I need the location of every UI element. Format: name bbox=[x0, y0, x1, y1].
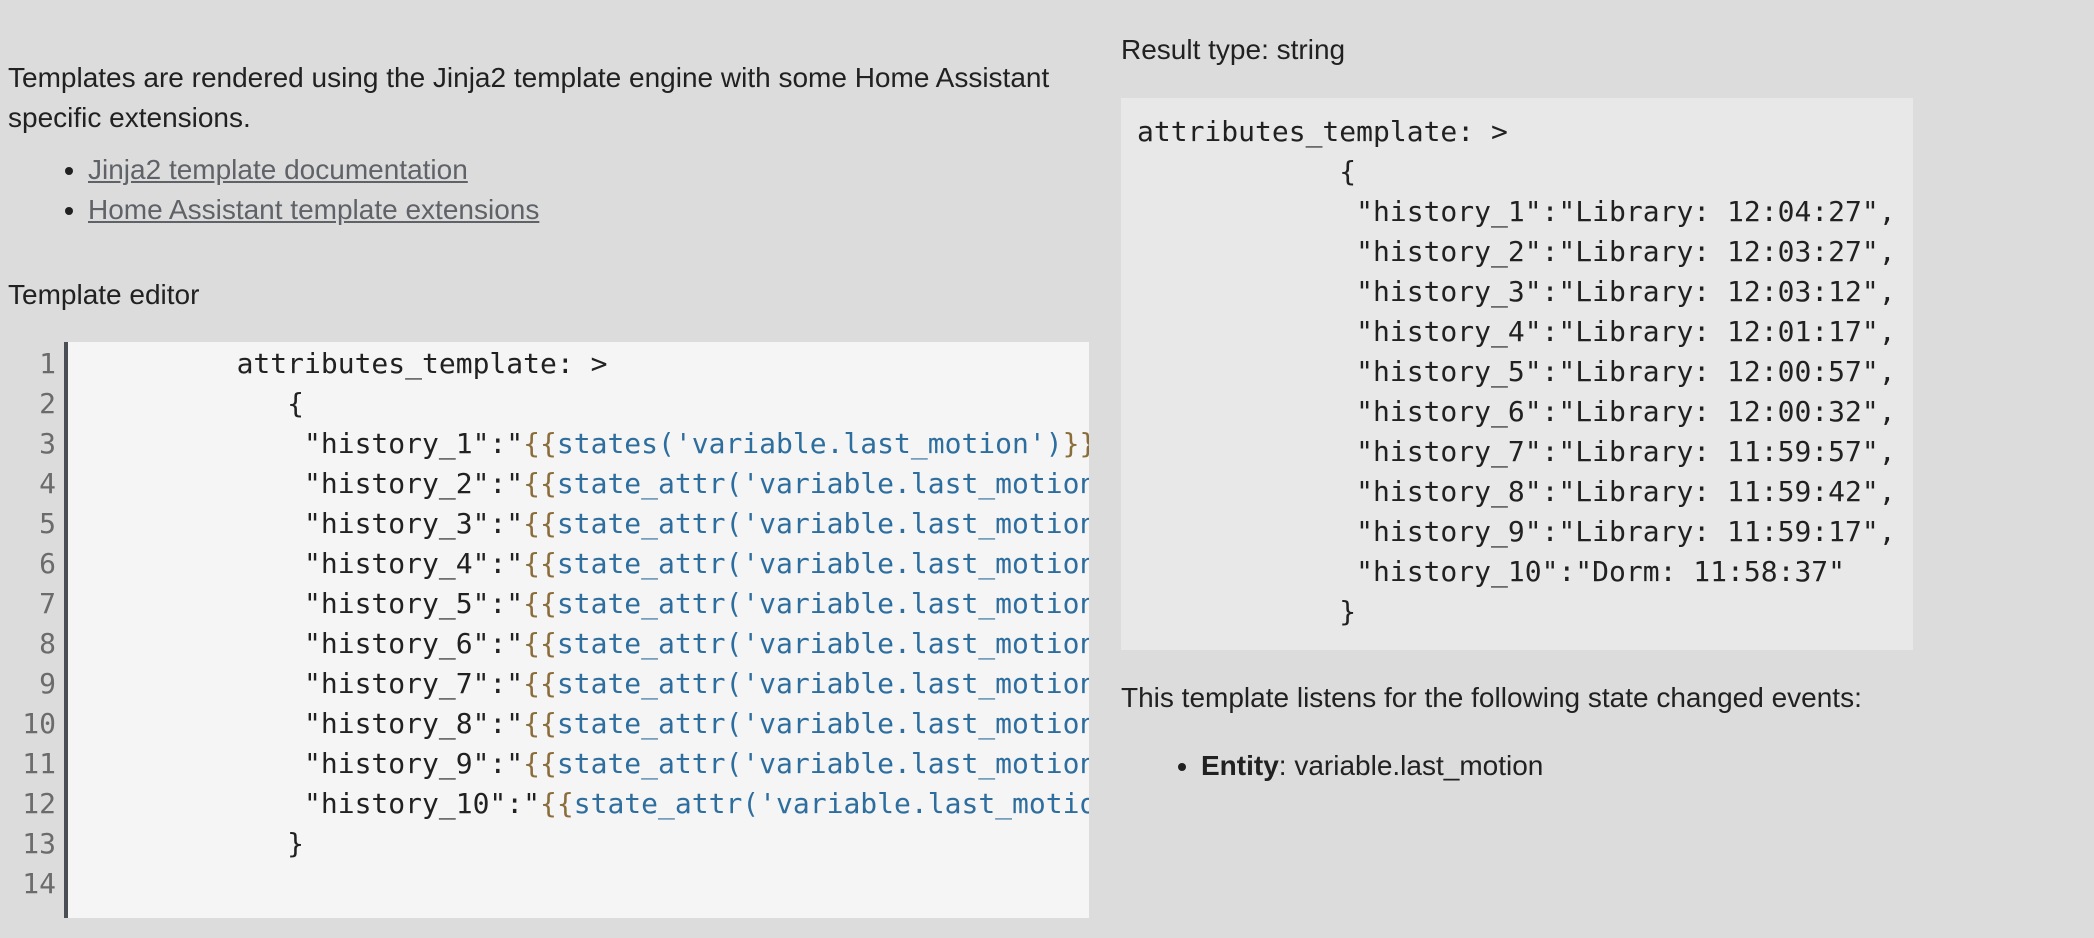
intro-text: Templates are rendered using the Jinja2 … bbox=[8, 62, 1050, 133]
template-expression: state_attr('variable.last_motion bbox=[556, 707, 1089, 740]
list-item: Jinja2 template documentation bbox=[88, 150, 1090, 190]
template-expression: state_attr('variable.last_motio bbox=[573, 787, 1089, 820]
code-line: } bbox=[68, 824, 304, 864]
line-number: 9 bbox=[39, 667, 56, 700]
code-text: } bbox=[68, 827, 305, 860]
result-output: attributes_template: > { "history_1":"Li… bbox=[1137, 115, 1896, 628]
line-number: 14 bbox=[22, 867, 56, 900]
code-line: "history_7":"{{state_attr('variable.last… bbox=[68, 664, 1089, 704]
code-line: { bbox=[68, 384, 304, 424]
template-brace-open: {{ bbox=[540, 787, 574, 820]
line-number: 8 bbox=[39, 627, 56, 660]
code-text: "history_3":" bbox=[68, 507, 524, 540]
entity-kind-label: Entity bbox=[1201, 750, 1279, 781]
code-line: "history_1":"{{states('variable.last_mot… bbox=[68, 424, 1089, 464]
code-line: "history_10":"{{state_attr('variable.las… bbox=[68, 784, 1089, 824]
line-number: 3 bbox=[39, 427, 56, 460]
template-expression: states('variable.last_motion') bbox=[556, 427, 1063, 460]
code-line: "history_8":"{{state_attr('variable.last… bbox=[68, 704, 1089, 744]
template-brace-open: {{ bbox=[523, 507, 557, 540]
list-item: Home Assistant template extensions bbox=[88, 190, 1090, 230]
line-number: 5 bbox=[39, 507, 56, 540]
code-line: "history_3":"{{state_attr('variable.last… bbox=[68, 504, 1089, 544]
entity-id: variable.last_motion bbox=[1294, 750, 1544, 781]
code-text: "history_5":" bbox=[68, 587, 524, 620]
template-editor-label: Template editor bbox=[8, 279, 200, 310]
code-line: attributes_template: > bbox=[68, 344, 608, 384]
template-expression: state_attr('variable.last_motion bbox=[556, 467, 1089, 500]
template-editor[interactable]: 1 2 3 4 5 6 7 8 9 10 11 12 13 14 attributes_template:… bbox=[0, 342, 1089, 918]
jinja2-docs-link[interactable]: Jinja2 template documentation bbox=[88, 154, 468, 185]
line-number: 12 bbox=[22, 787, 56, 820]
line-number: 13 bbox=[22, 827, 56, 860]
entity-separator: : bbox=[1278, 750, 1295, 781]
line-number: 10 bbox=[22, 707, 56, 740]
code-text: "history_8":" bbox=[68, 707, 524, 740]
code-text: "history_2":" bbox=[68, 467, 524, 500]
template-expression: state_attr('variable.last_motion bbox=[556, 627, 1089, 660]
template-brace-open: {{ bbox=[523, 467, 557, 500]
code-line: "history_9":"{{state_attr('variable.last… bbox=[68, 744, 1089, 784]
code-line: "history_4":"{{state_attr('variable.last… bbox=[68, 544, 1089, 584]
line-number: 6 bbox=[39, 547, 56, 580]
doc-links-list: Jinja2 template documentation Home Assis… bbox=[8, 150, 1090, 230]
listens-text: This template listens for the following … bbox=[1121, 682, 1862, 713]
code-text: "history_7":" bbox=[68, 667, 524, 700]
line-number: 4 bbox=[39, 467, 56, 500]
code-text: "history_9":" bbox=[68, 747, 524, 780]
code-text: "history_4":" bbox=[68, 547, 524, 580]
template-expression: state_attr('variable.last_motion bbox=[556, 667, 1089, 700]
line-number: 1 bbox=[39, 347, 56, 380]
template-brace-open: {{ bbox=[523, 427, 557, 460]
code-area[interactable]: attributes_template: > { "history_1":"{{… bbox=[68, 342, 1089, 918]
listened-entities-list: Entity: variable.last_motion bbox=[1121, 746, 1543, 786]
template-expression: state_attr('variable.last_motion bbox=[556, 587, 1089, 620]
template-brace-open: {{ bbox=[523, 707, 557, 740]
line-number-gutter: 1 2 3 4 5 6 7 8 9 10 11 12 13 14 bbox=[0, 342, 68, 918]
template-expression: state_attr('variable.last_motion bbox=[556, 507, 1089, 540]
code-line: "history_5":"{{state_attr('variable.last… bbox=[68, 584, 1089, 624]
code-line: "history_2":"{{state_attr('variable.last… bbox=[68, 464, 1089, 504]
ha-template-extensions-link[interactable]: Home Assistant template extensions bbox=[88, 194, 539, 225]
template-expression: state_attr('variable.last_motion bbox=[556, 547, 1089, 580]
code-text: "history_6":" bbox=[68, 627, 524, 660]
code-text: "history_10":" bbox=[68, 787, 541, 820]
list-item: Entity: variable.last_motion bbox=[1201, 746, 1543, 786]
line-number: 11 bbox=[22, 747, 56, 780]
template-brace-open: {{ bbox=[523, 627, 557, 660]
template-expression: state_attr('variable.last_motion bbox=[556, 747, 1089, 780]
line-number: 2 bbox=[39, 387, 56, 420]
template-brace-open: {{ bbox=[523, 587, 557, 620]
code-text: "history_1":" bbox=[68, 427, 524, 460]
line-number: 7 bbox=[39, 587, 56, 620]
template-brace-open: {{ bbox=[523, 667, 557, 700]
code-text: { bbox=[68, 387, 305, 420]
result-output-box: attributes_template: > { "history_1":"Li… bbox=[1121, 98, 1913, 650]
template-brace-open: {{ bbox=[523, 547, 557, 580]
code-text: attributes_template: > bbox=[68, 347, 608, 380]
template-brace-open: {{ bbox=[523, 747, 557, 780]
info-section: Templates are rendered using the Jinja2 … bbox=[8, 58, 1090, 230]
code-line: "history_6":"{{state_attr('variable.last… bbox=[68, 624, 1089, 664]
result-type-label: Result type: string bbox=[1121, 34, 1346, 65]
template-brace-close: }} bbox=[1062, 427, 1089, 460]
